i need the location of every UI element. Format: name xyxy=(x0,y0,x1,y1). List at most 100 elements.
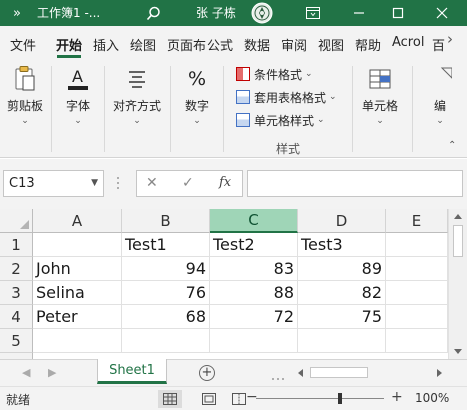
scroll-right-icon[interactable] xyxy=(437,369,442,377)
formula-input[interactable] xyxy=(247,170,463,197)
tab-insert[interactable]: 插入 xyxy=(93,35,119,54)
ribbon-display-options-icon[interactable] xyxy=(300,0,326,26)
cell-c2[interactable]: 83 xyxy=(210,257,298,281)
tab-file[interactable]: 文件 xyxy=(10,35,36,54)
search-icon[interactable] xyxy=(140,0,166,26)
cell-b2[interactable]: 94 xyxy=(122,257,210,281)
conditional-formatting-button[interactable]: 条件格式 ⌄ xyxy=(236,64,313,84)
column-header-d[interactable]: D xyxy=(298,209,386,233)
cell-c3[interactable]: 88 xyxy=(210,281,298,305)
cell-d5[interactable] xyxy=(298,329,386,353)
zoom-level[interactable]: 100% xyxy=(415,391,449,405)
scroll-up-icon[interactable] xyxy=(454,214,462,219)
tab-draw[interactable]: 绘图 xyxy=(130,35,156,54)
format-as-table-icon xyxy=(236,90,250,104)
collapse-ribbon-icon[interactable]: ⌃ xyxy=(448,140,456,151)
vertical-scrollbar[interactable] xyxy=(448,209,467,359)
cell-a4[interactable]: Peter xyxy=(33,305,122,329)
normal-view-icon[interactable] xyxy=(158,390,182,408)
editing-button[interactable]: 编 ⌄ xyxy=(420,64,460,130)
scrollbar-thumb[interactable] xyxy=(310,367,368,378)
format-as-table-label: 套用表格格式 xyxy=(254,90,327,105)
cell-styles-button[interactable]: 单元格样式 ⌄ xyxy=(236,110,325,130)
zoom-slider[interactable] xyxy=(256,398,384,399)
tab-acrobat[interactable]: Acrol xyxy=(392,35,424,50)
close-icon[interactable] xyxy=(429,0,455,26)
tab-formulas[interactable]: 公式 xyxy=(207,35,233,54)
row-header-2[interactable]: 2 xyxy=(0,257,33,281)
cell-d3[interactable]: 82 xyxy=(298,281,386,305)
cell-e2[interactable] xyxy=(386,257,448,281)
cell-a5[interactable] xyxy=(33,329,122,353)
cell-d4[interactable]: 75 xyxy=(298,305,386,329)
cell-e5[interactable] xyxy=(386,329,448,353)
row-header-4[interactable]: 4 xyxy=(0,305,33,329)
cell-a1[interactable] xyxy=(33,233,122,257)
cancel-icon[interactable]: ✕ xyxy=(146,175,158,191)
cell-e4[interactable] xyxy=(386,305,448,329)
cell-e1[interactable] xyxy=(386,233,448,257)
tab-data[interactable]: 数据 xyxy=(244,35,270,54)
cells-button[interactable]: 单元格 ⌄ xyxy=(360,64,400,130)
cell-b5[interactable] xyxy=(122,329,210,353)
tab-view[interactable]: 视图 xyxy=(318,35,344,54)
divider xyxy=(170,66,171,152)
tab-split-handle[interactable] xyxy=(272,369,287,383)
horizontal-scrollbar[interactable] xyxy=(296,366,444,380)
cell-c5[interactable] xyxy=(210,329,298,353)
next-sheet-icon[interactable]: ▶ xyxy=(48,366,56,379)
sheet-tab-sheet1[interactable]: Sheet1 xyxy=(97,359,167,384)
cell-b3[interactable]: 76 xyxy=(122,281,210,305)
tab-page-layout[interactable]: 页面布 xyxy=(167,35,206,54)
ribbon-scroll-right-icon[interactable]: › xyxy=(447,30,453,48)
select-all-button[interactable] xyxy=(0,209,33,233)
row-header-1[interactable]: 1 xyxy=(0,233,33,257)
minimize-icon[interactable] xyxy=(346,0,372,26)
column-header-c[interactable]: C xyxy=(210,209,298,233)
formula-bar-resize-handle[interactable] xyxy=(117,177,120,191)
name-box[interactable]: C13 ▼ xyxy=(3,170,104,197)
scroll-down-icon[interactable] xyxy=(454,349,462,354)
scroll-left-icon[interactable] xyxy=(298,369,303,377)
previous-sheet-icon[interactable]: ◀ xyxy=(22,366,30,379)
cell-a3[interactable]: Selina xyxy=(33,281,122,305)
font-button[interactable]: A 字体 ⌄ xyxy=(58,64,98,130)
column-header-b[interactable]: B xyxy=(122,209,210,233)
alignment-button[interactable]: 对齐方式 ⌄ xyxy=(110,64,164,130)
zoom-slider-thumb[interactable] xyxy=(338,393,342,404)
tab-home[interactable]: 开始 xyxy=(56,35,82,54)
cell-d2[interactable]: 89 xyxy=(298,257,386,281)
chevron-down-icon[interactable]: ▼ xyxy=(91,178,98,188)
user-name[interactable]: 张 子栋 xyxy=(196,4,236,21)
row-header-5[interactable]: 5 xyxy=(0,329,33,353)
add-sheet-icon[interactable]: + xyxy=(199,365,215,381)
tab-baidu[interactable]: 百 xyxy=(432,35,445,54)
cell-b4[interactable]: 68 xyxy=(122,305,210,329)
column-header-a[interactable]: A xyxy=(33,209,122,233)
chevron-down-icon: ⌄ xyxy=(133,116,141,126)
cell-c4[interactable]: 72 xyxy=(210,305,298,329)
avatar[interactable] xyxy=(249,0,275,26)
cell-c1[interactable]: Test2 xyxy=(210,233,298,257)
row-header-3[interactable]: 3 xyxy=(0,281,33,305)
chevron-down-icon: ⌄ xyxy=(21,116,29,126)
column-header-e[interactable]: E xyxy=(386,209,448,233)
quick-access-toolbar-button[interactable]: » xyxy=(4,0,30,26)
cell-d1[interactable]: Test3 xyxy=(298,233,386,257)
page-layout-view-icon[interactable] xyxy=(197,390,221,408)
format-as-table-button[interactable]: 套用表格格式 ⌄ xyxy=(236,87,337,107)
cell-e3[interactable] xyxy=(386,281,448,305)
maximize-icon[interactable] xyxy=(385,0,411,26)
insert-function-icon[interactable]: fx xyxy=(219,175,231,190)
clipboard-button[interactable]: 剪贴板 ⌄ xyxy=(5,64,45,130)
cell-b1[interactable]: Test1 xyxy=(122,233,210,257)
enter-icon[interactable]: ✓ xyxy=(182,175,194,191)
tab-help[interactable]: 帮助 xyxy=(355,35,381,54)
number-button[interactable]: % 数字 ⌄ xyxy=(177,64,217,130)
svg-text:A: A xyxy=(72,67,83,86)
zoom-out-button[interactable]: − xyxy=(246,389,258,405)
zoom-in-button[interactable]: + xyxy=(391,389,403,405)
scrollbar-thumb[interactable] xyxy=(453,225,463,257)
cell-a2[interactable]: John xyxy=(33,257,122,281)
tab-review[interactable]: 审阅 xyxy=(281,35,307,54)
